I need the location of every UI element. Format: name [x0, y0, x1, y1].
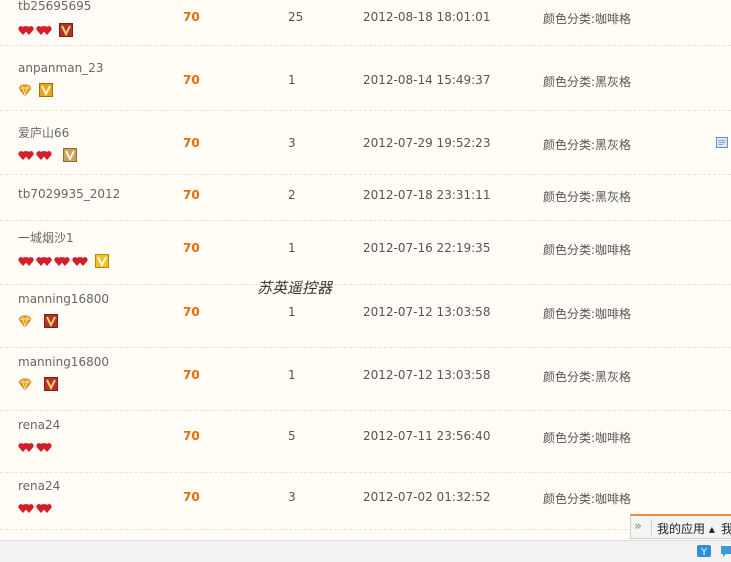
vip-badge-icon — [59, 23, 73, 37]
heart-icon — [18, 255, 35, 267]
double-chevron-right-icon[interactable]: » — [634, 518, 648, 536]
transaction-time: 2012-07-12 13:03:58 — [363, 305, 491, 319]
diamond-icon — [18, 84, 32, 97]
vip-badge-icon — [95, 254, 109, 268]
buyer-name: 爱庐山66 — [18, 126, 70, 140]
quantity: 1 — [288, 73, 296, 87]
buyer-name: tb7029935_2012 — [18, 187, 121, 201]
quantity: 3 — [288, 490, 296, 504]
table-row: manning16800 70 1 2012-07-12 13:03:58 颜色… — [0, 348, 731, 411]
vip-badge-icon — [44, 314, 58, 328]
bottom-status-bar — [0, 540, 731, 562]
buyer-name: rena24 — [18, 418, 61, 432]
my-apps-button[interactable]: 我的应用 ▴ — [657, 520, 715, 537]
vip-badge-icon — [39, 83, 53, 97]
price: 70 — [183, 368, 200, 382]
sku-option: 颜色分类:咖啡格 — [543, 12, 632, 26]
price: 70 — [183, 305, 200, 319]
transaction-time: 2012-07-16 22:19:35 — [363, 241, 491, 255]
table-row: anpanman_23 70 1 2012-08-14 15:49:37 颜色分… — [0, 48, 731, 111]
diamond-icon — [18, 378, 32, 391]
divider — [651, 519, 652, 535]
message-icon[interactable] — [716, 137, 728, 148]
table-row: rena24 70 5 2012-07-11 23:56:40 颜色分类:咖啡格 — [0, 411, 731, 473]
table-row: tb7029935_2012 70 2 2012-07-18 23:31:11 … — [0, 175, 731, 221]
heart-icon — [18, 502, 35, 514]
buyer-name: anpanman_23 — [18, 61, 104, 75]
credit-rating — [18, 376, 58, 392]
my-apps-bar[interactable]: » 我的应用 ▴ 我 — [630, 514, 731, 539]
buyer-name: manning16800 — [18, 355, 109, 369]
transaction-time: 2012-07-18 23:31:11 — [363, 188, 491, 202]
sku-option: 颜色分类:黑灰格 — [543, 370, 632, 384]
table-row: tb25695695 70 25 2012-08-18 18:01:01 颜色分… — [0, 0, 731, 46]
sku-option: 颜色分类:咖啡格 — [543, 431, 632, 445]
diamond-icon — [18, 315, 32, 328]
sku-option: 颜色分类:咖啡格 — [543, 307, 632, 321]
quantity: 2 — [288, 188, 296, 202]
buyer-name: 一城烟沙1 — [18, 231, 74, 245]
heart-icon — [36, 502, 53, 514]
shop-icon[interactable]: Y — [696, 543, 712, 559]
quantity: 5 — [288, 429, 296, 443]
price: 70 — [183, 136, 200, 150]
quantity: 1 — [288, 368, 296, 382]
my-apps-second-label[interactable]: 我 — [721, 520, 731, 537]
transaction-time: 2012-07-11 23:56:40 — [363, 429, 491, 443]
credit-rating — [18, 253, 109, 269]
price: 70 — [183, 429, 200, 443]
price: 70 — [183, 10, 200, 24]
heart-icon — [18, 149, 35, 161]
table-row: 爱庐山66 70 3 2012-07-29 19:52:23 颜色分类:黑灰格 — [0, 111, 731, 175]
heart-icon — [18, 24, 35, 36]
transaction-time: 2012-08-18 18:01:01 — [363, 10, 491, 24]
buyer-name: rena24 — [18, 479, 61, 493]
vip-badge-icon — [44, 377, 58, 391]
sku-option: 颜色分类:黑灰格 — [543, 75, 632, 89]
transaction-time: 2012-07-02 01:32:52 — [363, 490, 491, 504]
heart-icon — [36, 255, 53, 267]
transaction-time: 2012-07-12 13:03:58 — [363, 368, 491, 382]
credit-rating — [18, 82, 53, 98]
quantity: 3 — [288, 136, 296, 150]
quantity: 1 — [288, 241, 296, 255]
heart-icon — [36, 441, 53, 453]
price: 70 — [183, 490, 200, 504]
transaction-time: 2012-07-29 19:52:23 — [363, 136, 491, 150]
credit-rating — [18, 439, 53, 455]
table-row: manning16800 70 1 2012-07-12 13:03:58 颜色… — [0, 285, 731, 348]
price: 70 — [183, 241, 200, 255]
chat-icon[interactable] — [719, 543, 731, 559]
heart-icon — [36, 149, 53, 161]
transaction-time: 2012-08-14 15:49:37 — [363, 73, 491, 87]
heart-icon — [54, 255, 71, 267]
table-row: 一城烟沙1 70 1 2012-07-16 22:19:35 颜色分类:咖啡格 — [0, 221, 731, 285]
table-row: rena24 70 3 2012-07-02 01:32:52 颜色分类:咖啡格 — [0, 473, 731, 530]
sku-option: 颜色分类:黑灰格 — [543, 190, 632, 204]
sku-option: 颜色分类:咖啡格 — [543, 492, 632, 506]
svg-text:Y: Y — [700, 547, 708, 558]
heart-icon — [18, 441, 35, 453]
credit-rating — [18, 313, 58, 329]
sku-option: 颜色分类:黑灰格 — [543, 138, 632, 152]
sku-option: 颜色分类:咖啡格 — [543, 243, 632, 257]
heart-icon — [72, 255, 89, 267]
buyer-name: manning16800 — [18, 292, 109, 306]
heart-icon — [36, 24, 53, 36]
credit-rating — [18, 147, 77, 163]
buyer-name: tb25695695 — [18, 0, 92, 13]
watermark-text: 苏英遥控器 — [257, 279, 333, 297]
vip-badge-icon — [63, 148, 77, 162]
price: 70 — [183, 73, 200, 87]
credit-rating — [18, 22, 73, 38]
price: 70 — [183, 188, 200, 202]
transaction-records-table: tb25695695 70 25 2012-08-18 18:01:01 颜色分… — [0, 0, 731, 540]
credit-rating — [18, 500, 53, 516]
quantity: 25 — [288, 10, 304, 24]
quantity: 1 — [288, 305, 296, 319]
